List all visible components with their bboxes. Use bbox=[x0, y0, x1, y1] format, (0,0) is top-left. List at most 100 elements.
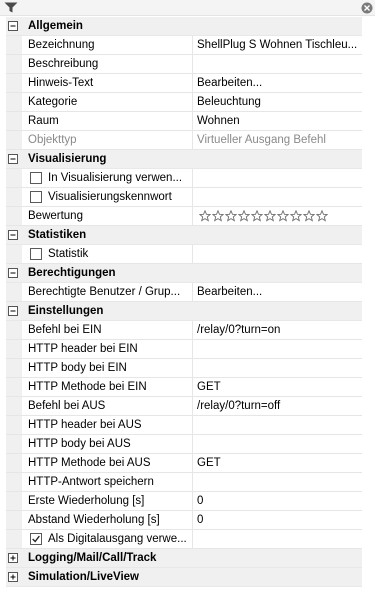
checkbox-unchecked[interactable] bbox=[30, 172, 42, 184]
property-row-bezeichnung[interactable]: Bezeichnung ShellPlug S Wohnen Tischleu..… bbox=[6, 36, 362, 55]
property-value-text: Wohnen bbox=[197, 115, 240, 127]
property-name: Befehl bei AUS bbox=[22, 397, 193, 415]
property-value[interactable]: GET bbox=[193, 454, 362, 472]
property-name: HTTP body bei EIN bbox=[22, 359, 193, 377]
property-value[interactable]: Bearbeiten... bbox=[193, 74, 362, 92]
property-value[interactable] bbox=[193, 530, 362, 548]
property-value[interactable] bbox=[193, 435, 362, 453]
property-value[interactable] bbox=[193, 359, 362, 377]
property-name: Berechtigte Benutzer / Grup... bbox=[22, 283, 193, 301]
row-margin bbox=[6, 511, 22, 529]
checkbox-unchecked[interactable] bbox=[30, 191, 42, 203]
star-icon[interactable] bbox=[303, 210, 315, 222]
row-margin bbox=[6, 188, 22, 206]
property-value[interactable]: Wohnen bbox=[193, 112, 362, 130]
property-name-text: HTTP Methode bei AUS bbox=[28, 457, 151, 469]
property-row-http-antwort-speichern[interactable]: HTTP-Antwort speichern bbox=[6, 473, 362, 492]
property-row-befehl-bei-ein[interactable]: Befehl bei EIN/relay/0?turn=on bbox=[6, 321, 362, 340]
property-name-text: Befehl bei AUS bbox=[28, 400, 106, 412]
row-margin bbox=[6, 112, 22, 130]
property-name: Als Digitalausgang verwe... bbox=[22, 530, 193, 548]
collapse-icon[interactable] bbox=[8, 268, 18, 278]
row-margin bbox=[6, 378, 22, 396]
category-statistiken[interactable]: Statistiken bbox=[6, 226, 362, 245]
category-berechtigungen[interactable]: Berechtigungen bbox=[6, 264, 362, 283]
category-simulation[interactable]: Simulation/LiveView bbox=[6, 568, 362, 587]
property-row-raum[interactable]: Raum Wohnen bbox=[6, 112, 362, 131]
property-value-text: ShellPlug S Wohnen Tischleu... bbox=[197, 39, 358, 51]
property-row-http-body-bei-aus[interactable]: HTTP body bei AUS bbox=[6, 435, 362, 454]
property-row-http-methode-bei-aus[interactable]: HTTP Methode bei AUS GET bbox=[6, 454, 362, 473]
star-icon[interactable] bbox=[290, 210, 302, 222]
property-row-als-digitalausgang-verwe[interactable]: Als Digitalausgang verwe... bbox=[6, 530, 362, 549]
checkbox-unchecked[interactable] bbox=[30, 248, 42, 260]
collapse-icon[interactable] bbox=[8, 21, 18, 31]
property-value[interactable] bbox=[193, 473, 362, 491]
category-einstellungen[interactable]: Einstellungen bbox=[6, 302, 362, 321]
star-icon[interactable] bbox=[251, 210, 263, 222]
filter-icon[interactable] bbox=[4, 2, 18, 13]
row-margin bbox=[6, 492, 22, 510]
property-row-berechtigte-benutzer-grup[interactable]: Berechtigte Benutzer / Grup... Bearbeiten… bbox=[6, 283, 362, 302]
property-name-text: Als Digitalausgang verwe... bbox=[48, 533, 187, 545]
property-value[interactable]: Beleuchtung bbox=[193, 93, 362, 111]
property-value[interactable] bbox=[193, 207, 362, 225]
property-row-hinweis-text[interactable]: Hinweis-Text Bearbeiten... bbox=[6, 74, 362, 93]
property-name-text: Bezeichnung bbox=[28, 39, 95, 51]
property-row-statistik[interactable]: Statistik bbox=[6, 245, 362, 264]
star-icon[interactable] bbox=[199, 210, 211, 222]
row-margin bbox=[6, 454, 22, 472]
property-value-text: GET bbox=[197, 381, 221, 393]
close-icon[interactable] bbox=[361, 2, 373, 14]
property-row-kategorie[interactable]: Kategorie Beleuchtung bbox=[6, 93, 362, 112]
property-value[interactable] bbox=[193, 245, 362, 263]
rating-stars[interactable] bbox=[199, 210, 329, 222]
property-row-http-header-bei-ein[interactable]: HTTP header bei EIN bbox=[6, 340, 362, 359]
collapse-icon[interactable] bbox=[8, 230, 18, 240]
property-value[interactable]: 0 bbox=[193, 492, 362, 510]
star-icon[interactable] bbox=[316, 210, 328, 222]
property-row-objekttyp[interactable]: Objekttyp Virtueller Ausgang Befehl bbox=[6, 131, 362, 150]
row-margin bbox=[6, 245, 22, 263]
property-row-bewertung[interactable]: Bewertung bbox=[6, 207, 362, 226]
collapse-icon[interactable] bbox=[8, 154, 18, 164]
row-margin bbox=[6, 36, 22, 54]
property-value[interactable] bbox=[193, 416, 362, 434]
property-value[interactable]: 0 bbox=[193, 511, 362, 529]
property-row-http-methode-bei-ein[interactable]: HTTP Methode bei EIN GET bbox=[6, 378, 362, 397]
property-value[interactable] bbox=[193, 188, 362, 206]
property-value-text: /relay/0?turn=on bbox=[197, 324, 281, 336]
property-row-http-header-bei-aus[interactable]: HTTP header bei AUS bbox=[6, 416, 362, 435]
star-icon[interactable] bbox=[264, 210, 276, 222]
property-row-abstand-wiederholung-s[interactable]: Abstand Wiederholung [s] 0 bbox=[6, 511, 362, 530]
property-row-visualisierungskennwort[interactable]: Visualisierungskennwort bbox=[6, 188, 362, 207]
property-value[interactable]: ShellPlug S Wohnen Tischleu... bbox=[193, 36, 362, 54]
property-name: Objekttyp bbox=[22, 131, 193, 149]
row-margin bbox=[6, 74, 22, 92]
property-value[interactable] bbox=[193, 340, 362, 358]
star-icon[interactable] bbox=[238, 210, 250, 222]
property-row-befehl-bei-aus[interactable]: Befehl bei AUS/relay/0?turn=off bbox=[6, 397, 362, 416]
expand-icon[interactable] bbox=[8, 553, 18, 563]
category-logging[interactable]: Logging/Mail/Call/Track bbox=[6, 549, 362, 568]
star-icon[interactable] bbox=[225, 210, 237, 222]
property-value[interactable]: /relay/0?turn=on bbox=[193, 321, 362, 339]
category-allgemein[interactable]: Allgemein bbox=[6, 17, 362, 36]
checkbox-checked[interactable] bbox=[30, 533, 42, 545]
star-icon[interactable] bbox=[277, 210, 289, 222]
category-visualisierung[interactable]: Visualisierung bbox=[6, 150, 362, 169]
property-value[interactable] bbox=[193, 169, 362, 187]
property-row-erste-wiederholung-s[interactable]: Erste Wiederholung [s] 0 bbox=[6, 492, 362, 511]
property-value[interactable]: /relay/0?turn=off bbox=[193, 397, 362, 415]
property-value[interactable]: GET bbox=[193, 378, 362, 396]
collapse-icon[interactable] bbox=[8, 306, 18, 316]
property-value[interactable] bbox=[193, 55, 362, 73]
property-row-in-visualisierung-verwen[interactable]: In Visualisierung verwen... bbox=[6, 169, 362, 188]
star-icon[interactable] bbox=[212, 210, 224, 222]
property-row-http-body-bei-ein[interactable]: HTTP body bei EIN bbox=[6, 359, 362, 378]
property-row-beschreibung[interactable]: Beschreibung bbox=[6, 55, 362, 74]
property-value[interactable]: Bearbeiten... bbox=[193, 283, 362, 301]
property-name: Statistik bbox=[22, 245, 193, 263]
property-value-text: Beleuchtung bbox=[197, 96, 261, 108]
expand-icon[interactable] bbox=[8, 572, 18, 582]
